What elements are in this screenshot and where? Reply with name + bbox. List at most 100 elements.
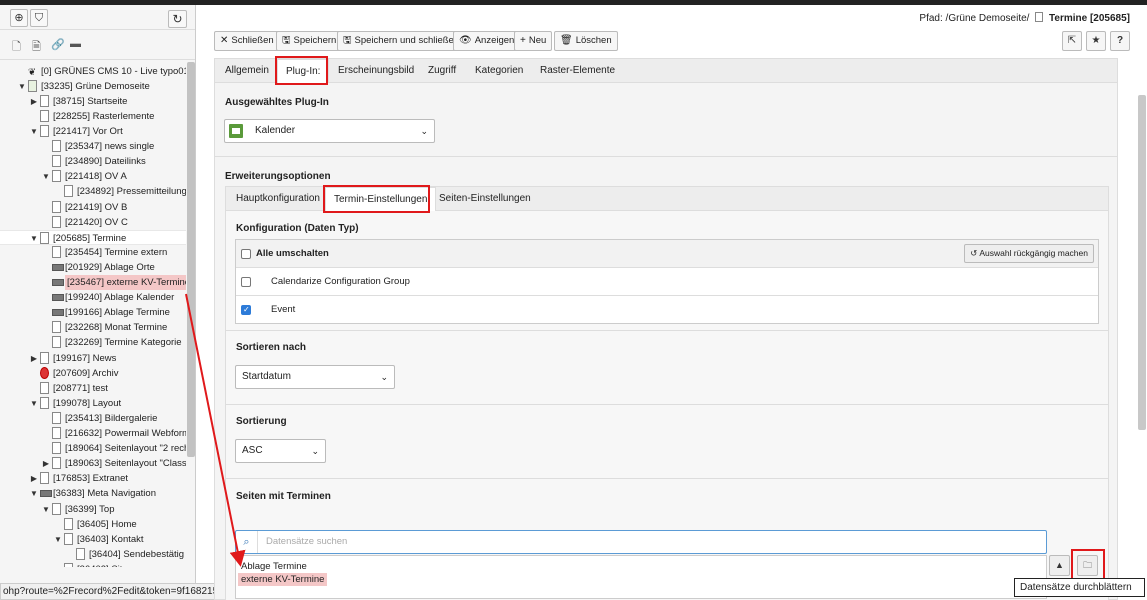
save-button[interactable]: 🖫 Speichern (276, 31, 343, 51)
tab-plugin[interactable]: Plug-In: (277, 59, 330, 83)
tree-item[interactable]: [208771] test (0, 381, 186, 396)
tree-item[interactable]: [201929] Ablage Orte (0, 260, 186, 275)
tree-item[interactable]: ▶ [199167] News (0, 351, 186, 366)
sort-by-heading: Sortieren nach (236, 342, 307, 353)
tree-item[interactable]: [232269] Termine Kategorie (0, 335, 186, 350)
help-icon[interactable]: ? (1110, 31, 1130, 51)
tab-seiten-einstellungen[interactable]: Seiten-Einstellungen (431, 187, 539, 211)
expand-icon[interactable]: ▶ (41, 456, 51, 471)
delete-button[interactable]: 🗑 Löschen (554, 31, 618, 51)
collapse-icon[interactable]: ▼ (29, 231, 39, 246)
expand-icon[interactable]: ▶ (29, 94, 39, 109)
tree-item[interactable]: ▼ [221418] OV A (0, 169, 186, 184)
tab-hauptkonfiguration[interactable]: Hauptkonfiguration (228, 187, 328, 211)
content-scrollbar[interactable] (1138, 95, 1146, 430)
tree-item[interactable]: ▼ [36403] Kontakt (0, 532, 186, 547)
folder-icon[interactable]: ▬ (70, 38, 84, 51)
tab-allgemein[interactable]: Allgemein (217, 59, 277, 83)
calendar-icon (229, 124, 243, 138)
close-button[interactable]: ✕ Schließen (214, 31, 280, 51)
page-icon (76, 548, 85, 560)
sorting-select[interactable]: ASC ⌄ (235, 439, 326, 463)
browse-records-folder-icon[interactable]: 🗀 (1077, 555, 1098, 576)
page-icon[interactable]: 🗋 (12, 38, 24, 53)
record-search[interactable]: ⌕ Datensätze suchen (235, 530, 1047, 554)
page-info-icon[interactable]: 🗎 (32, 38, 44, 53)
expand-icon[interactable]: ▶ (29, 351, 39, 366)
tree-item[interactable]: [36402] Sitemap (0, 562, 186, 567)
checkbox[interactable] (241, 277, 251, 287)
bookmark-star-icon[interactable]: ★ (1086, 31, 1106, 51)
tree-item-label: [235413] Bildergalerie (65, 413, 158, 424)
list-item[interactable]: Calendarize Configuration Group (236, 268, 1098, 296)
tree-item[interactable]: ❦ [0] GRÜNES CMS 10 - Live typo01 (0, 64, 186, 79)
tree-scrollbar[interactable] (187, 62, 195, 457)
tree-item[interactable]: [221419] OV B (0, 200, 186, 215)
tree-item[interactable]: ▼ [36399] Top (0, 502, 186, 517)
plugin-select[interactable]: Kalender ⌄ (224, 119, 435, 143)
tree-item-label: [176853] Extranet (53, 473, 128, 484)
record-item-highlighted[interactable]: externe KV-Termine (238, 573, 328, 586)
tab-termin-einstellungen[interactable]: Termin-Einstellungen (325, 187, 437, 211)
tree-item[interactable]: ▼ [199078] Layout (0, 396, 186, 411)
collapse-icon[interactable]: ▼ (41, 169, 51, 184)
tree-item[interactable]: [232268] Monat Termine (0, 320, 186, 335)
tree-item[interactable]: ▶ [189063] Seitenlayout "Class (0, 456, 186, 471)
list-item[interactable]: Event (236, 296, 1098, 324)
tree-item[interactable]: [199240] Ablage Kalender (0, 290, 186, 305)
tree-item[interactable]: [235413] Bildergalerie (0, 411, 186, 426)
tree-item[interactable]: [221420] OV C (0, 215, 186, 230)
view-button[interactable]: 👁 Anzeigen (453, 31, 521, 51)
collapse-icon[interactable]: ▼ (53, 532, 63, 547)
tree-item-label: [221419] OV B (65, 202, 128, 213)
record-item[interactable]: Ablage Termine (238, 560, 310, 573)
new-button[interactable]: + Neu (514, 31, 553, 51)
selected-records-list[interactable]: Ablage Termine externe KV-Termine (235, 555, 1047, 599)
undo-selection-button[interactable]: ↺ Auswahl rückgängig machen (964, 244, 1094, 263)
tree-item[interactable]: [235347] news single (0, 139, 186, 154)
tree-item[interactable]: [235454] Termine extern (0, 245, 186, 260)
refresh-icon[interactable]: ↻ (168, 10, 187, 28)
expand-icon[interactable]: ▶ (29, 471, 39, 486)
move-up-icon[interactable]: ▲ (1049, 555, 1070, 576)
toggle-all-checkbox[interactable] (241, 249, 251, 259)
page-tree: ❦ [0] GRÜNES CMS 10 - Live typo01 ▼ [33235]… (0, 62, 186, 567)
tree-item[interactable]: ▼ [36383] Meta Navigation (0, 486, 186, 501)
divider (226, 330, 1108, 331)
tab-kategorien[interactable]: Kategorien (467, 59, 531, 83)
new-page-icon[interactable]: ⊕ (10, 9, 28, 27)
collapse-icon[interactable]: ▼ (29, 396, 39, 411)
tree-item[interactable]: [199166] Ablage Termine (0, 305, 186, 320)
collapse-icon[interactable]: ▼ (29, 124, 39, 139)
tree-item-label: [36399] Top (65, 504, 115, 515)
tree-item[interactable]: ▼ [221417] Vor Ort (0, 124, 186, 139)
tree-item[interactable]: ▶ [38715] Startseite (0, 94, 186, 109)
tab-erscheinungsbild[interactable]: Erscheinungsbild (330, 59, 422, 83)
tree-item[interactable]: [36405] Home (0, 517, 186, 532)
sort-by-select[interactable]: Startdatum ⌄ (235, 365, 395, 389)
save-close-button[interactable]: 🖫 Speichern und schließen (337, 31, 466, 51)
tree-item[interactable]: [228255] Rasterlemente (0, 109, 186, 124)
open-new-window-icon[interactable]: ⇱ (1062, 31, 1082, 51)
toggle-all-row[interactable]: Alle umschalten ↺ Auswahl rückgängig mac… (236, 240, 1098, 268)
tree-item-label: [201929] Ablage Orte (65, 262, 155, 273)
collapse-icon[interactable]: ▼ (17, 79, 27, 94)
filter-icon[interactable]: ⛉ (30, 9, 48, 27)
tree-item[interactable]: [234892] Pressemitteilung (0, 184, 186, 199)
tree-item[interactable]: ▼ [205685] Termine (0, 230, 186, 245)
tree-item-label: [38715] Startseite (53, 96, 128, 107)
tree-item[interactable]: [235467] externe KV-Termine (0, 275, 186, 290)
tab-raster-elemente[interactable]: Raster-Elemente (532, 59, 623, 83)
collapse-icon[interactable]: ▼ (41, 502, 51, 517)
collapse-icon[interactable]: ▼ (29, 486, 39, 501)
link-icon[interactable]: 🔗 (51, 38, 65, 51)
tab-zugriff[interactable]: Zugriff (420, 59, 464, 83)
tree-item[interactable]: ▼ [33235] Grüne Demoseite (0, 79, 186, 94)
checkbox-checked[interactable] (241, 296, 251, 324)
tree-item[interactable]: [36404] Sendebestätig (0, 547, 186, 562)
tree-item[interactable]: [207609] Archiv (0, 366, 186, 381)
tree-item[interactable]: ▶ [176853] Extranet (0, 471, 186, 486)
tree-item[interactable]: [216632] Powermail Webform (0, 426, 186, 441)
tree-item[interactable]: [234890] Dateilinks (0, 154, 186, 169)
tree-item[interactable]: [189064] Seitenlayout "2 rech (0, 441, 186, 456)
